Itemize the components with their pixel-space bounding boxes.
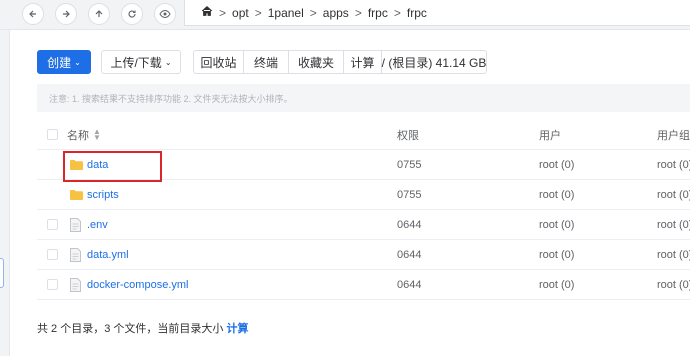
top-navigation-bar: > opt > 1panel > apps > frpc > frpc	[0, 0, 690, 30]
file-manager-panel: 创建 ⌄ 上传/下载 ⌄ 回收站 终端 收藏夹 计算 / (根目录) 41.14…	[23, 36, 690, 356]
table-row[interactable]: docker-compose.yml 0644 root (0) root (0…	[37, 270, 690, 300]
user-cell: root (0)	[539, 159, 575, 171]
arrow-left-icon	[29, 10, 36, 18]
table-row[interactable]: .env 0644 root (0) root (0)	[37, 210, 690, 240]
header-name[interactable]: 名称 ▲ ▼	[67, 120, 101, 150]
sort-icon[interactable]: ▲ ▼	[93, 128, 101, 142]
header-permission: 权限	[397, 130, 419, 142]
breadcrumb-separator: >	[219, 5, 227, 20]
up-button[interactable]	[88, 3, 110, 25]
permission-cell: 0644	[397, 249, 422, 261]
chevron-down-icon: ⌄	[164, 57, 172, 67]
row-checkbox[interactable]	[47, 249, 58, 260]
file-icon	[70, 218, 81, 232]
breadcrumb-separator: >	[254, 5, 262, 20]
group-cell: root (0)	[657, 159, 690, 171]
header-name-label: 名称	[67, 130, 89, 142]
user-cell: root (0)	[539, 219, 575, 231]
upload-download-label: 上传/下载	[110, 55, 162, 70]
file-icon	[70, 248, 81, 262]
highlight-annotation	[63, 151, 162, 182]
group-cell: root (0)	[657, 279, 690, 291]
back-button[interactable]	[22, 3, 44, 25]
breadcrumb-separator: >	[393, 5, 401, 20]
arrow-up-icon	[95, 10, 103, 17]
refresh-button[interactable]	[121, 3, 143, 25]
root-size-button[interactable]: / (根目录) 41.14 GB	[381, 50, 487, 74]
favorites-button[interactable]: 收藏夹	[288, 50, 343, 74]
file-name-link[interactable]: docker-compose.yml	[87, 279, 188, 291]
file-name-link[interactable]: data.yml	[87, 249, 129, 261]
permission-cell: 0644	[397, 279, 422, 291]
eye-icon	[159, 9, 171, 19]
breadcrumb-segment-opt[interactable]: opt	[232, 6, 249, 20]
breadcrumb-segment-1panel[interactable]: 1panel	[268, 6, 304, 20]
breadcrumb-separator: >	[309, 5, 317, 20]
home-icon[interactable]	[201, 5, 213, 20]
file-name-cell[interactable]: .env	[70, 210, 108, 240]
header-user: 用户	[539, 130, 561, 142]
file-icon	[70, 278, 81, 292]
user-cell: root (0)	[539, 189, 575, 201]
select-all-checkbox[interactable]	[47, 129, 58, 140]
breadcrumb-segment-frpc-current[interactable]: frpc	[407, 6, 427, 20]
user-cell: root (0)	[539, 279, 575, 291]
row-checkbox[interactable]	[47, 219, 58, 230]
sidebar-collapse-handle[interactable]	[0, 258, 4, 288]
user-cell: root (0)	[539, 249, 575, 261]
group-cell: root (0)	[657, 189, 690, 201]
sidebar-edge	[0, 30, 10, 356]
table-row[interactable]: data 0755 root (0) root (0)	[37, 150, 690, 182]
create-button[interactable]: 创建 ⌄	[37, 50, 91, 74]
terminal-button[interactable]: 终端	[243, 50, 288, 74]
toolbar: 创建 ⌄ 上传/下载 ⌄ 回收站 终端 收藏夹 计算 / (根目录) 41.14…	[37, 50, 487, 74]
table-header: 名称 ▲ ▼ 权限 用户 用户组	[37, 120, 690, 150]
file-table: 名称 ▲ ▼ 权限 用户 用户组 data 0755 root (0) root …	[37, 120, 690, 300]
breadcrumb-separator: >	[354, 5, 362, 20]
calculate-button[interactable]: 计算	[343, 50, 381, 74]
breadcrumb-segment-frpc[interactable]: frpc	[368, 6, 388, 20]
folder-icon	[70, 190, 83, 200]
arrow-right-icon	[63, 10, 70, 18]
permission-cell: 0755	[397, 159, 422, 171]
summary-text: 共 2 个目录，3 个文件，当前目录大小	[37, 323, 224, 335]
permission-cell: 0755	[397, 189, 422, 201]
create-button-label: 创建	[47, 55, 72, 70]
group-cell: root (0)	[657, 219, 690, 231]
row-checkbox[interactable]	[47, 279, 58, 290]
chevron-down-icon: ⌄	[74, 57, 81, 67]
directory-summary: 共 2 个目录，3 个文件，当前目录大小 计算	[37, 320, 248, 336]
header-group: 用户组	[657, 130, 690, 142]
notice-banner: 注意: 1. 搜索结果不支持排序功能 2. 文件夹无法按大小排序。	[37, 84, 690, 112]
table-row[interactable]: data.yml 0644 root (0) root (0)	[37, 240, 690, 270]
recycle-bin-button[interactable]: 回收站	[193, 50, 243, 74]
group-cell: root (0)	[657, 249, 690, 261]
table-row[interactable]: scripts 0755 root (0) root (0)	[37, 180, 690, 210]
file-name-cell[interactable]: docker-compose.yml	[70, 270, 188, 300]
file-name-link[interactable]: .env	[87, 219, 108, 231]
forward-button[interactable]	[55, 3, 77, 25]
permission-cell: 0644	[397, 219, 422, 231]
file-name-cell[interactable]: scripts	[70, 180, 119, 210]
calculate-size-link[interactable]: 计算	[226, 323, 248, 335]
breadcrumb: > opt > 1panel > apps > frpc > frpc	[184, 0, 690, 26]
file-name-link[interactable]: scripts	[87, 189, 119, 201]
upload-download-button[interactable]: 上传/下载 ⌄	[101, 50, 181, 74]
refresh-icon	[128, 10, 136, 18]
breadcrumb-segment-apps[interactable]: apps	[323, 6, 349, 20]
action-button-group: 回收站 终端 收藏夹 计算 / (根目录) 41.14 GB	[193, 50, 487, 74]
file-name-cell[interactable]: data.yml	[70, 240, 129, 270]
view-toggle-button[interactable]	[154, 3, 176, 25]
